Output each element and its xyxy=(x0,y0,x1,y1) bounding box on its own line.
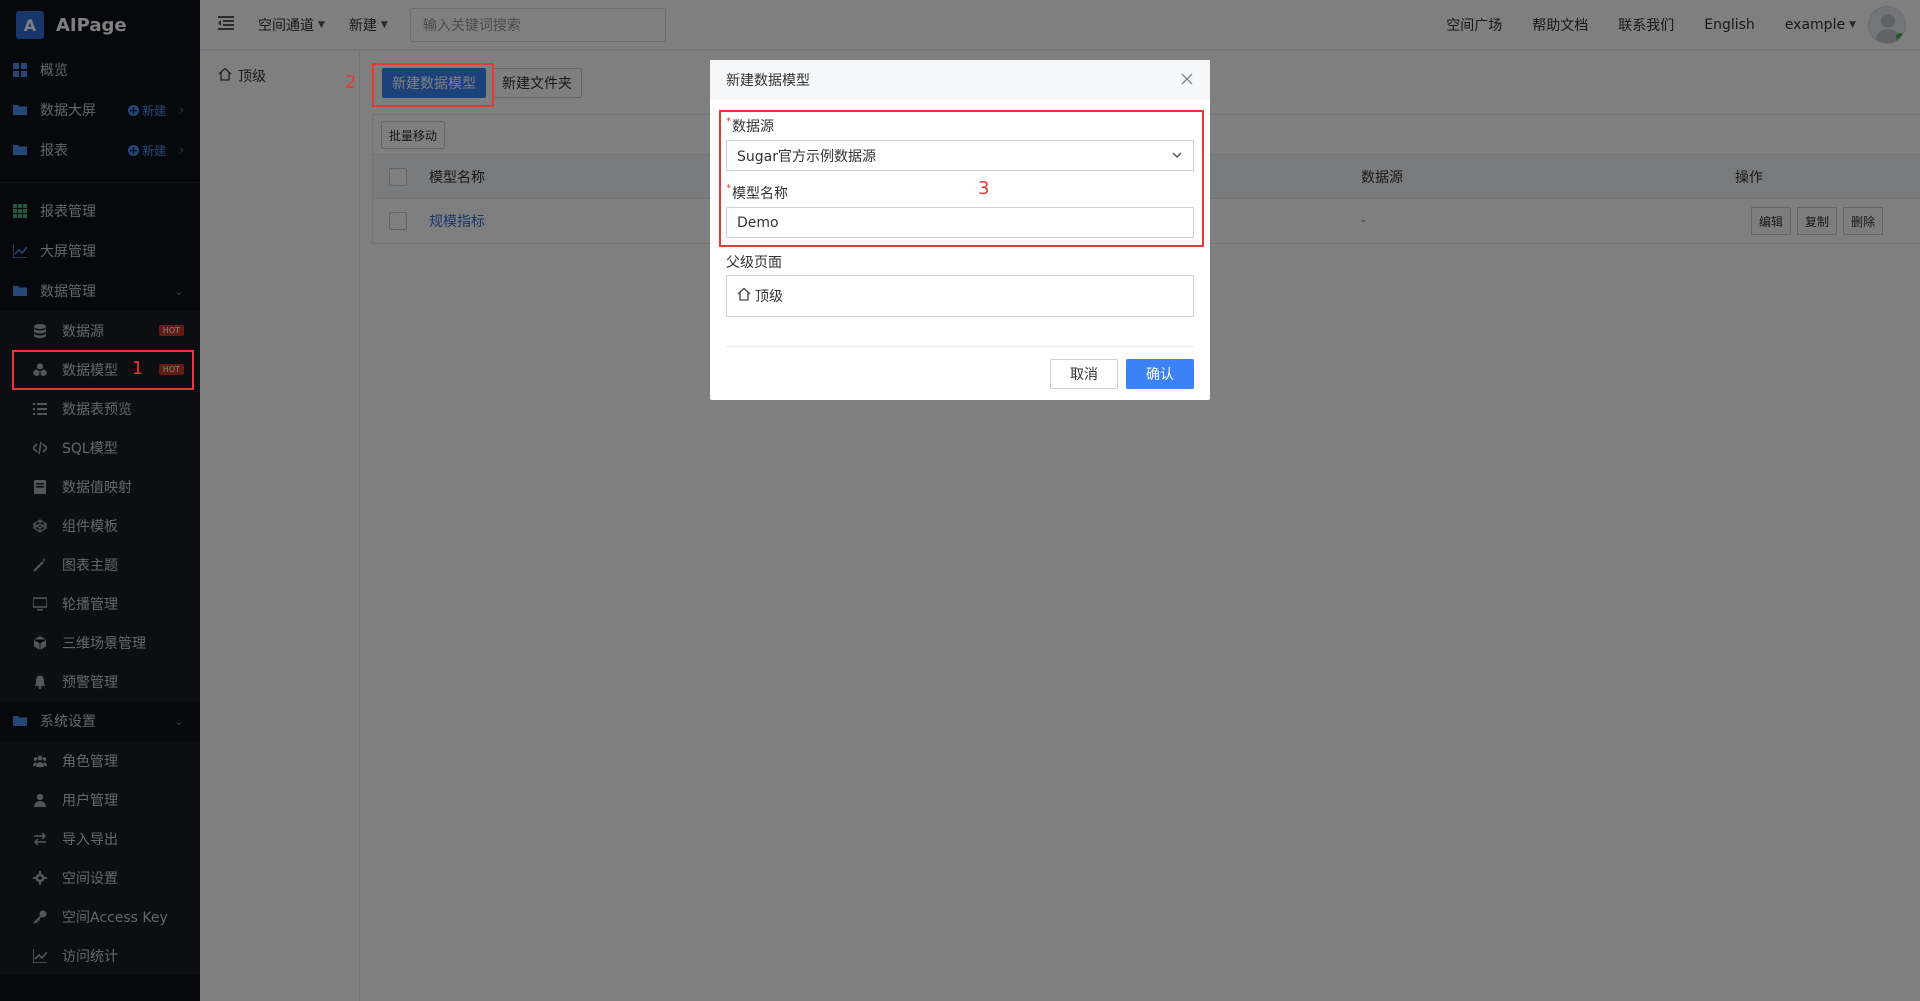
dialog-footer-divider xyxy=(726,346,1194,347)
parent-page-label: 父级页面 xyxy=(726,255,782,271)
annotation-box-2 xyxy=(372,63,494,107)
annotation-number-3: 3 xyxy=(978,178,990,199)
home-icon xyxy=(737,287,751,305)
dialog-header: 新建数据模型 xyxy=(710,60,1210,100)
confirm-button[interactable]: 确认 xyxy=(1126,359,1194,389)
cancel-button[interactable]: 取消 xyxy=(1050,359,1118,389)
annotation-box-3 xyxy=(719,110,1204,247)
annotation-number-2: 2 xyxy=(345,72,357,93)
annotation-box-1 xyxy=(12,350,194,390)
new-data-model-dialog: 新建数据模型 *数据源 Sugar官方示例数据源 *模型名称 Demo 父级页面… xyxy=(710,60,1210,400)
close-icon[interactable] xyxy=(1180,72,1194,86)
parent-page-field[interactable]: 顶级 xyxy=(726,275,1194,317)
dialog-title: 新建数据模型 xyxy=(726,73,810,89)
annotation-number-1: 1 xyxy=(132,358,144,379)
